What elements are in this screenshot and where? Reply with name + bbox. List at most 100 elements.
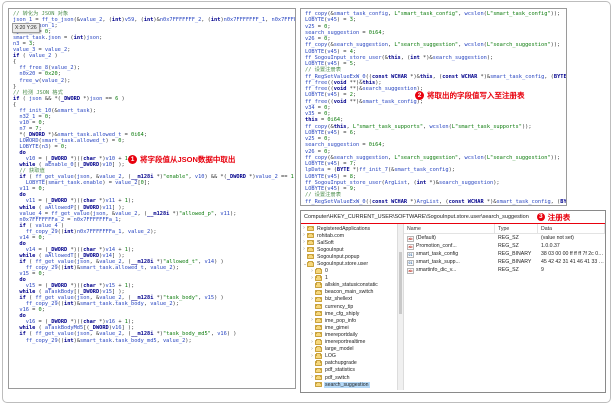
folder-icon: [315, 374, 322, 381]
tree-item-ime_cfg_shiply[interactable]: ime_cfg_shiply: [301, 310, 397, 317]
tree-item-label: pdf_switch: [325, 374, 350, 381]
tree-item-label: 0: [325, 268, 328, 275]
folder-icon: [315, 289, 322, 295]
folder-icon: [315, 324, 322, 331]
registry-value-row[interactable]: ab smartinfo_dic_v... REG_SZ 9: [404, 266, 605, 274]
column-header-data[interactable]: Data: [538, 224, 605, 233]
tree-item-log[interactable]: › LOG: [301, 353, 397, 360]
tree-item-label: rohitab.com: [317, 232, 345, 239]
tree-item-label: biz_shellext: [325, 296, 353, 303]
folder-icon: [315, 346, 322, 352]
tree-item-label: SogouInput.popup: [317, 253, 360, 260]
reg-sz-icon: ab: [407, 235, 414, 242]
tree-item-sogouinput.popup[interactable]: SogouInput.popup: [301, 253, 397, 260]
tree-item-biz_shellext[interactable]: › biz_shellext: [301, 296, 397, 303]
annotation-3: 3 注册表: [536, 212, 570, 223]
folder-icon: [315, 353, 322, 359]
tree-item-patchupgrade[interactable]: patchupgrade: [301, 360, 397, 367]
column-header-type[interactable]: Type: [495, 224, 538, 233]
value-name: smart_task_supp...: [416, 258, 460, 265]
value-data: 45 42 42 31 41 46 41 33 42 30 36 37 44 4…: [541, 259, 605, 265]
value-name: (Default): [416, 234, 436, 241]
pseudocode-panel-json-parse: // 转化为 JSON 对象 json_1 = ff_to_json(&value…: [8, 8, 296, 389]
tree-item-1[interactable]: › 1: [301, 275, 397, 282]
folder-icon: [315, 317, 322, 324]
value-data: (value not set): [541, 235, 574, 241]
tree-item-beacon_main_switch[interactable]: beacon_main_switch: [301, 289, 397, 296]
scrollbar-thumb[interactable]: [399, 252, 402, 314]
tree-item-ime_pop_info[interactable]: › ime_pop_info: [301, 317, 397, 324]
reg-sz-icon: ab: [407, 243, 414, 250]
value-data: 38 03 00 00 ff ff ff 7f 2c 00 02 00 02 0…: [541, 251, 605, 257]
tree-item-search_suggestion[interactable]: search_suggestion: [301, 381, 397, 388]
coords-tooltip: X:20 Y:26: [12, 23, 40, 33]
annotation-1: 1 将字段值从JSON数据中取出: [128, 154, 235, 165]
tree-item-label: beacon_main_switch: [325, 289, 374, 296]
code-line: ff_copy(&this, L"smart_task_supports", w…: [305, 123, 532, 130]
folder-icon: [307, 261, 314, 267]
folder-icon: [315, 339, 322, 345]
tree-item-label: imereportdaily: [325, 331, 358, 338]
value-data: 1.0.0.37: [541, 243, 560, 249]
folder-icon: [315, 275, 322, 281]
value-type: REG_SZ: [498, 267, 519, 273]
reg-binary-icon: 01: [407, 251, 414, 258]
folder-icon: [315, 296, 322, 302]
folder-icon: [307, 254, 314, 260]
tree-item-label: ime_pop_info: [325, 317, 357, 324]
tree-item-label: SalSoft: [317, 239, 334, 246]
tree-item-sogouinput[interactable]: › SogouInput: [301, 246, 397, 253]
tree-item-label: large_model: [325, 346, 354, 353]
tree-item-sogouinput.store.user[interactable]: › SogouInput.store.user: [301, 260, 397, 267]
registry-editor-window: Computer\HKEY_CURRENT_USER\SOFTWARE\Sogo…: [300, 210, 606, 393]
folder-icon: [307, 225, 314, 232]
tree-item-salsoft[interactable]: › SalSoft: [301, 239, 397, 246]
value-type: REG_SZ: [498, 235, 519, 241]
registry-path: Computer\HKEY_CURRENT_USER\SOFTWARE\Sogo…: [304, 214, 529, 220]
folder-icon: [315, 268, 322, 274]
tree-item-label: patchupgrade: [325, 360, 357, 367]
value-name: smart_task_config: [416, 250, 459, 257]
registry-value-list: Name Type Data ab (Default) REG_SZ (value n…: [404, 224, 605, 390]
tree-item-currency_tip[interactable]: currency_tip: [301, 303, 397, 310]
tree-item-label: pdf_statistics: [325, 367, 355, 374]
tree-item-imereportdaily[interactable]: › imereportdaily: [301, 331, 397, 338]
tree-item-label: ime_gimei: [325, 324, 349, 331]
column-header-name[interactable]: Name: [404, 224, 495, 233]
value-type: REG_BINARY: [498, 259, 532, 265]
tree-item-allskin_statusiconstatic[interactable]: allskin_statusiconstatic: [301, 282, 397, 289]
registry-value-row[interactable]: ab Promotion_conf... REG_SZ 1.0.0.37: [404, 242, 605, 250]
tree-item-large_model[interactable]: › large_model: [301, 346, 397, 353]
tree-item-label: 1: [325, 275, 328, 282]
folder-icon: [315, 303, 322, 310]
registry-address-bar[interactable]: Computer\HKEY_CURRENT_USER\SOFTWARE\Sogo…: [301, 211, 605, 224]
tree-item-ime_gimei[interactable]: ime_gimei: [301, 324, 397, 331]
folder-icon: [315, 381, 322, 388]
tree-scrollbar[interactable]: [397, 224, 404, 390]
tree-item-0[interactable]: › 0: [301, 268, 397, 275]
tree-item-label: imereportrealtime: [325, 339, 366, 346]
annotation-1-text: 将字段值从JSON数据中取出: [140, 155, 236, 164]
registry-value-row[interactable]: 01 smart_task_config REG_BINARY 38 03 00 00…: [404, 250, 605, 258]
code-line: ff_RegSetValueExW_0((const WCHAR *)ArgLi…: [305, 198, 567, 205]
annotation-2: 2 将取出的字段值写入至注册表: [415, 90, 525, 101]
code-line: ff_copy(&search_suggestion, L"search_sug…: [305, 42, 561, 49]
code-line: ff_copy_29((int)&smart_task.task_body_md…: [25, 337, 192, 344]
value-type: REG_BINARY: [498, 251, 532, 257]
folder-icon: [315, 360, 322, 366]
tree-item-registeredapplications[interactable]: › RegisteredApplications: [301, 225, 397, 232]
tree-item-pdf_switch[interactable]: › pdf_switch: [301, 374, 397, 381]
value-data: 9: [541, 267, 544, 273]
registry-value-row[interactable]: 01 smart_task_supp... REG_BINARY 45 42 42 3…: [404, 258, 605, 266]
registry-value-row[interactable]: ab (Default) REG_SZ (value not set): [404, 234, 605, 242]
tree-item-label: SogouInput.store.user: [317, 261, 369, 268]
reg-binary-icon: 01: [407, 259, 414, 266]
list-header: Name Type Data: [404, 224, 605, 234]
tree-item-imereportrealtime[interactable]: › imereportrealtime: [301, 339, 397, 346]
reg-sz-icon: ab: [407, 267, 414, 274]
tree-item-pdf_statistics[interactable]: pdf_statistics: [301, 367, 397, 374]
folder-icon: [315, 367, 322, 373]
tree-item-rohitab.com[interactable]: › rohitab.com: [301, 232, 397, 239]
folder-icon: [307, 246, 314, 253]
folder-icon: [315, 310, 322, 317]
